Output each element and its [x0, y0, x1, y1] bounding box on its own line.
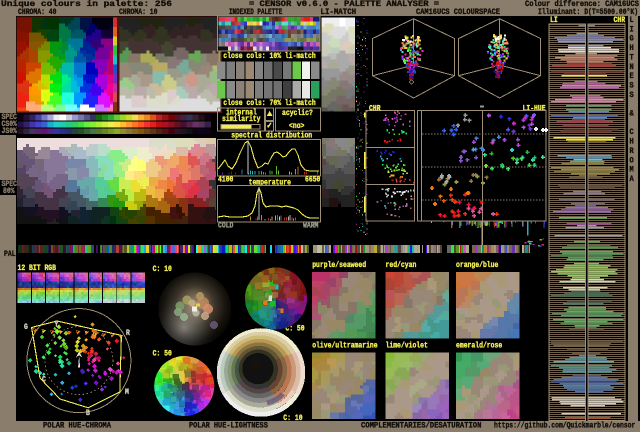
- svg-text:C: 10: C: 10: [283, 414, 302, 423]
- svg-text:E: E: [630, 72, 634, 81]
- svg-text:M: M: [125, 388, 129, 397]
- svg-text:✓: ✓: [267, 122, 273, 131]
- svg-text:PAL: PAL: [4, 250, 16, 259]
- svg-text:R: R: [126, 329, 130, 338]
- svg-text:T: T: [630, 53, 634, 62]
- svg-text:CAM16UCS COLOURSPACE: CAM16UCS COLOURSPACE: [416, 8, 500, 17]
- svg-text:S: S: [630, 91, 634, 100]
- svg-text:R: R: [630, 147, 634, 156]
- svg-text:temperature: temperature: [249, 179, 291, 188]
- svg-text:6650: 6650: [305, 176, 320, 185]
- svg-text:POLAR HUE-CHROMA: POLAR HUE-CHROMA: [43, 422, 111, 431]
- svg-text:close cols: 70% li-match: close cols: 70% li-match: [223, 98, 315, 108]
- svg-text:&: &: [630, 110, 634, 119]
- svg-text:12 BIT RGB: 12 BIT RGB: [18, 264, 57, 273]
- svg-text:A: A: [630, 175, 634, 184]
- svg-text:close cols: 10% li-match: close cols: 10% li-match: [223, 51, 315, 61]
- svg-text:G: G: [24, 323, 28, 332]
- svg-text:C: 50: C: 50: [153, 349, 172, 358]
- svg-text:B: B: [86, 409, 90, 418]
- svg-text:O: O: [630, 156, 634, 165]
- svg-text:C: C: [630, 128, 634, 137]
- svg-text:<no>: <no>: [289, 122, 304, 131]
- svg-text:COMPLEMENTARIES/DESATURATION: COMPLEMENTARIES/DESATURATION: [361, 421, 481, 431]
- svg-text:COLD: COLD: [218, 222, 233, 231]
- svg-text:acyclic?: acyclic?: [282, 108, 313, 118]
- svg-text:LI-HUE: LI-HUE: [523, 104, 546, 113]
- svg-text:purple/seaweed: purple/seaweed: [312, 260, 366, 270]
- svg-text:L: L: [630, 16, 634, 25]
- svg-text:80%: 80%: [3, 187, 15, 196]
- svg-text:LI-MATCH: LI-MATCH: [321, 8, 357, 17]
- svg-text:https://github.com/Quickmarble: https://github.com/Quickmarble/censor: [494, 421, 635, 431]
- svg-text:G: G: [630, 35, 634, 44]
- svg-text:C: C: [42, 376, 46, 385]
- svg-text:M: M: [630, 166, 634, 175]
- svg-text:4100: 4100: [218, 176, 233, 185]
- svg-text:JS0%: JS0%: [2, 127, 17, 136]
- svg-text:CHROMA: 10: CHROMA: 10: [119, 8, 158, 17]
- svg-text:similarity: similarity: [222, 114, 261, 124]
- svg-text:S: S: [630, 81, 634, 90]
- svg-text:I: I: [630, 25, 634, 34]
- svg-text:N: N: [630, 63, 634, 72]
- svg-text:red/cyan: red/cyan: [386, 260, 417, 270]
- svg-text:H: H: [630, 138, 634, 147]
- svg-text:WARM: WARM: [303, 222, 318, 231]
- svg-text:CHR: CHR: [369, 104, 381, 113]
- svg-text:H: H: [630, 44, 634, 53]
- svg-text:POLAR HUE-LIGHTNESS: POLAR HUE-LIGHTNESS: [189, 422, 268, 431]
- svg-text:C: 10: C: 10: [153, 265, 172, 274]
- svg-text:CHROMA: 40: CHROMA: 40: [18, 8, 57, 17]
